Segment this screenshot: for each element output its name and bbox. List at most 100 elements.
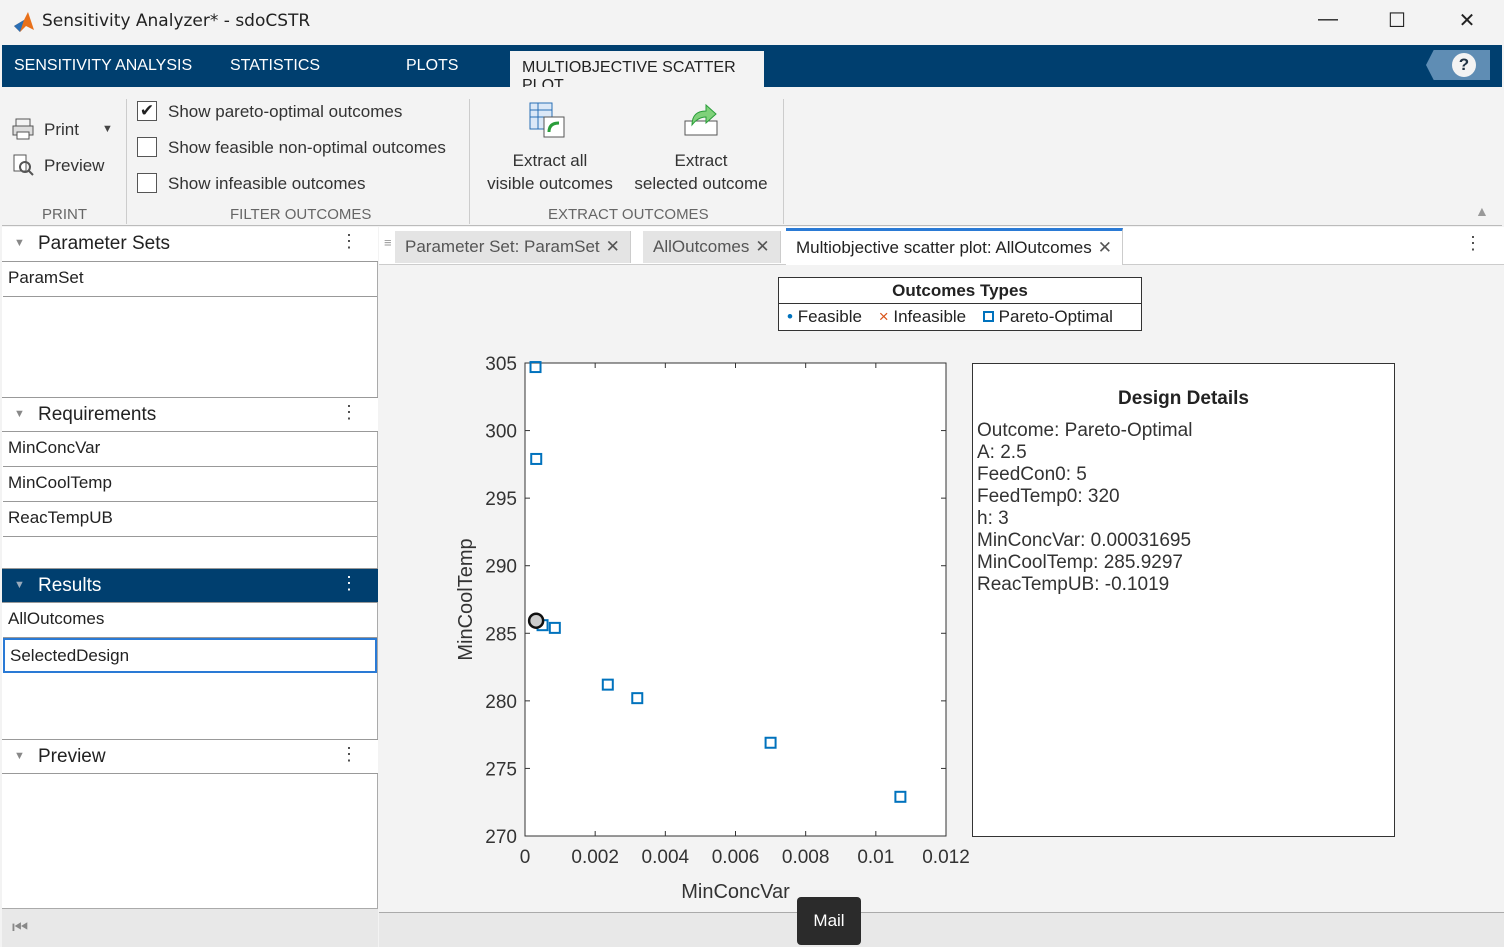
y-tick-label: 275 xyxy=(485,759,517,780)
preview-header[interactable]: ▼ Preview ⋮ xyxy=(2,739,378,774)
document-area: ≡ Parameter Set: ParamSet ✕ AllOutcomes ✕ … xyxy=(379,227,1504,912)
design-details-title: Design Details xyxy=(1118,388,1249,409)
pareto-checkbox-label[interactable]: Show pareto-optimal outcomes xyxy=(168,102,402,122)
preview-title: Preview xyxy=(38,746,106,767)
extract-selected-line1: Extract xyxy=(674,151,728,170)
minimize-button[interactable]: — xyxy=(1308,8,1348,31)
status-bar xyxy=(379,912,1504,947)
divider xyxy=(469,99,470,224)
y-tick-label: 295 xyxy=(485,489,517,510)
x-axis-label: MinConcVar xyxy=(681,881,790,903)
pareto-marker-icon xyxy=(982,311,994,322)
divider xyxy=(783,99,784,224)
detail-line: FeedTemp0: 320 xyxy=(977,486,1120,507)
x-tick-label: 0.01 xyxy=(857,847,894,868)
infeasible-checkbox[interactable] xyxy=(137,173,157,193)
collapse-sidebar-icon[interactable]: ⏮ xyxy=(12,917,28,938)
print-button[interactable]: Print xyxy=(44,120,79,140)
printer-icon xyxy=(12,118,34,140)
collapse-icon[interactable]: ▼ xyxy=(14,750,25,762)
more-options-icon[interactable]: ⋮ xyxy=(1464,233,1482,254)
extract-all-line2: visible outcomes xyxy=(487,174,613,193)
list-item[interactable]: ReacTempUB xyxy=(3,502,377,537)
print-preview-icon xyxy=(13,154,34,176)
preview-button[interactable]: Preview xyxy=(44,156,104,176)
more-options-icon[interactable]: ⋮ xyxy=(340,744,358,765)
detail-line: h: 3 xyxy=(977,508,1009,529)
list-item[interactable]: AllOutcomes xyxy=(3,603,377,638)
design-details-panel: Design Details Outcome: Pareto-Optimal A:… xyxy=(972,363,1395,837)
close-button[interactable]: ✕ xyxy=(1447,8,1487,33)
scatter-chart[interactable]: 0 0.002 0.004 0.006 0.008 0.01 0.012 270 275 280 2… xyxy=(379,227,979,907)
y-tick-label: 300 xyxy=(485,422,517,443)
window-title: Sensitivity Analyzer* - sdoCSTR xyxy=(42,11,311,31)
extract-all-icon xyxy=(529,102,565,138)
detail-line: MinCoolTemp: 285.9297 xyxy=(977,552,1183,573)
detail-line: A: 2.5 xyxy=(977,442,1027,463)
x-tick-label: 0.002 xyxy=(571,847,619,868)
section-label-print: PRINT xyxy=(42,206,87,223)
tab-statistics[interactable]: STATISTICS xyxy=(230,57,320,75)
list-item[interactable]: MinCoolTemp xyxy=(3,467,377,502)
collapse-ribbon-icon[interactable]: ▲ xyxy=(1475,203,1489,219)
extract-all-line1: Extract all xyxy=(512,151,588,170)
help-icon[interactable]: ? xyxy=(1452,53,1476,77)
list-item[interactable]: ParamSet xyxy=(3,262,377,297)
parameter-sets-header[interactable]: ▼ Parameter Sets ⋮ xyxy=(2,227,378,262)
ribbon: Print ▼ Preview PRINT ✔ Show pareto-opti… xyxy=(2,87,1502,226)
y-tick-label: 270 xyxy=(485,827,517,848)
x-tick-label: 0.004 xyxy=(642,847,690,868)
x-tick-label: 0 xyxy=(520,847,531,868)
sidebar-footer: ⏮ xyxy=(2,908,378,947)
ribbon-tab-strip: SENSITIVITY ANALYSIS STATISTICS PLOTS MU… xyxy=(2,45,1502,94)
detail-line: Outcome: Pareto-Optimal xyxy=(977,420,1193,441)
title-bar: Sensitivity Analyzer* - sdoCSTR — ☐ ✕ xyxy=(0,0,1504,45)
tab-plots[interactable]: PLOTS xyxy=(406,57,458,75)
requirements-header[interactable]: ▼ Requirements ⋮ xyxy=(2,397,378,432)
y-tick-label: 305 xyxy=(485,354,517,375)
list-item-selected[interactable]: SelectedDesign xyxy=(3,638,377,673)
extract-selected-line2: selected outcome xyxy=(634,174,768,193)
section-label-extract: EXTRACT OUTCOMES xyxy=(548,206,709,223)
more-options-icon[interactable]: ⋮ xyxy=(340,573,358,594)
y-tick-label: 290 xyxy=(485,557,517,578)
detail-line: MinConcVar: 0.00031695 xyxy=(977,530,1192,551)
x-tick-label: 0.012 xyxy=(922,847,970,868)
maximize-button[interactable]: ☐ xyxy=(1377,8,1417,33)
detail-line: FeedCon0: 5 xyxy=(977,464,1087,485)
requirements-title: Requirements xyxy=(38,404,157,425)
section-label-filter: FILTER OUTCOMES xyxy=(230,206,372,223)
extract-all-button[interactable]: Extract all visible outcomes xyxy=(480,151,620,194)
collapse-icon[interactable]: ▼ xyxy=(14,237,25,249)
collapse-icon[interactable]: ▼ xyxy=(14,579,25,591)
list-item[interactable]: MinConcVar xyxy=(3,432,377,467)
y-tick-label: 285 xyxy=(485,624,517,645)
mail-tooltip: Mail xyxy=(797,897,861,945)
collapse-icon[interactable]: ▼ xyxy=(14,408,25,420)
results-title: Results xyxy=(38,575,102,596)
y-axis-label: MinCoolTemp xyxy=(455,538,477,660)
tab-sensitivity-analysis[interactable]: SENSITIVITY ANALYSIS xyxy=(14,57,192,75)
x-tick-label: 0.008 xyxy=(782,847,830,868)
feasible-checkbox[interactable] xyxy=(137,137,157,157)
matlab-logo-icon xyxy=(14,12,34,32)
extract-selected-icon xyxy=(684,103,718,136)
detail-line: ReacTempUB: -0.1019 xyxy=(977,574,1170,595)
more-options-icon[interactable]: ⋮ xyxy=(340,231,358,252)
more-options-icon[interactable]: ⋮ xyxy=(340,402,358,423)
selected-design-point[interactable] xyxy=(527,612,545,629)
close-tab-icon[interactable]: ✕ xyxy=(1098,238,1112,257)
pareto-checkbox[interactable]: ✔ xyxy=(137,101,157,121)
parameter-sets-title: Parameter Sets xyxy=(38,233,170,254)
print-dropdown-icon[interactable]: ▼ xyxy=(102,123,113,135)
legend-item: Pareto-Optimal xyxy=(998,307,1113,326)
extract-selected-button[interactable]: Extract selected outcome xyxy=(626,151,776,194)
divider xyxy=(126,99,127,224)
y-tick-label: 280 xyxy=(485,692,517,713)
feasible-checkbox-label[interactable]: Show feasible non-optimal outcomes xyxy=(168,138,446,158)
infeasible-checkbox-label[interactable]: Show infeasible outcomes xyxy=(168,174,366,194)
results-header[interactable]: ▼ Results ⋮ xyxy=(2,568,378,603)
x-tick-label: 0.006 xyxy=(712,847,760,868)
plot-area xyxy=(524,362,947,837)
tab-multiobjective-scatter-plot[interactable]: MULTIOBJECTIVE SCATTER PLOT xyxy=(510,51,764,94)
